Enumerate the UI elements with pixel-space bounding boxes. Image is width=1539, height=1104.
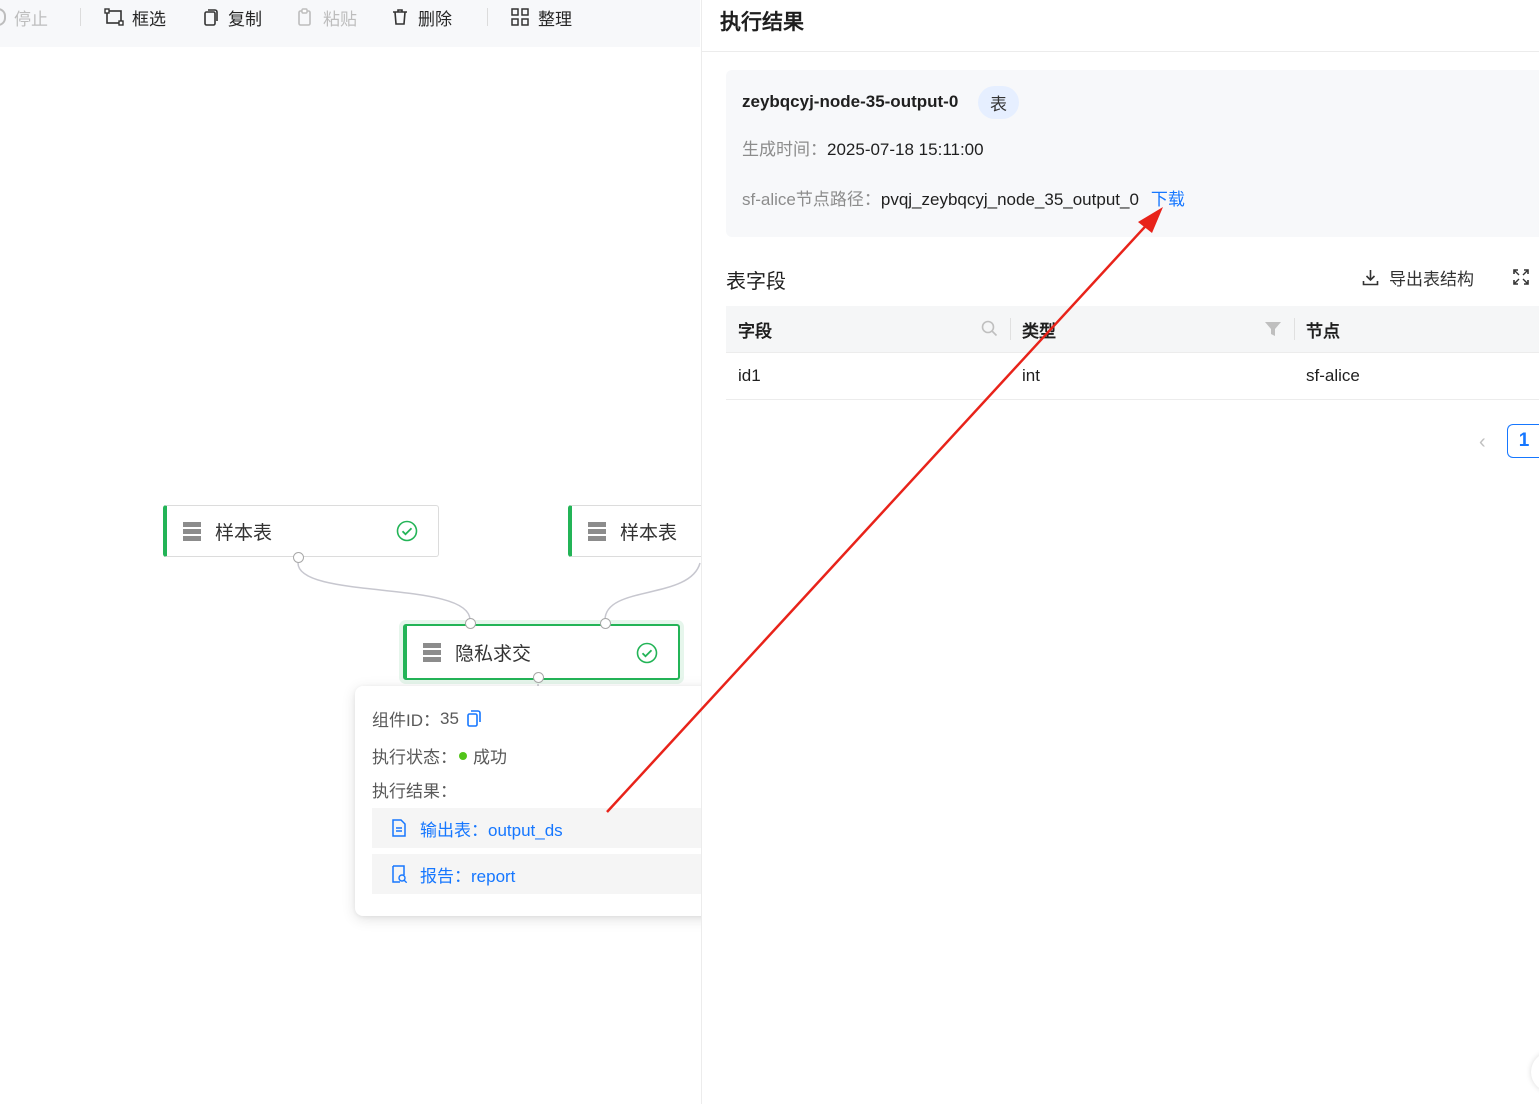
delete-label: 删除 [418, 9, 452, 29]
copy-icon[interactable] [467, 710, 482, 727]
dag-canvas[interactable] [0, 47, 700, 1104]
check-circle-icon [396, 520, 418, 542]
drawer-title: 执行结果 [720, 11, 804, 34]
copy-icon [204, 9, 218, 26]
time-label: 生成时间： [742, 140, 827, 159]
status-label: 执行状态： [372, 748, 457, 767]
filter-icon[interactable] [1265, 321, 1281, 337]
output-type-tag: 表 [978, 86, 1019, 119]
component-id-label: 组件ID： [372, 711, 440, 730]
copy-label: 复制 [228, 9, 262, 29]
search-icon[interactable] [981, 320, 998, 337]
file-icon [392, 819, 406, 837]
database-icon [183, 522, 201, 541]
fullscreen-icon[interactable] [1512, 268, 1530, 286]
fields-table: 字段 类型 节点 id1 int sf-alice [726, 306, 1539, 400]
delete-button[interactable]: 删除 [390, 0, 452, 34]
canvas-toolbar: 停止 框选 复制 粘贴 删除 整理 [0, 0, 700, 47]
output-name: zeybqcyj-node-35-output-0 [742, 92, 959, 111]
cell-field: id1 [738, 366, 761, 385]
select-button[interactable]: 框选 [104, 0, 166, 34]
cell-type: int [1022, 366, 1040, 385]
box-select-icon [104, 8, 124, 26]
pagination-page-1[interactable]: 1 [1507, 424, 1539, 458]
output-table-label: 输出表：output_ds [420, 820, 563, 840]
status-dot [459, 751, 467, 760]
fields-section-title: 表字段 [726, 271, 786, 293]
node-input-port[interactable] [465, 618, 476, 629]
column-header-node: 节点 [1306, 321, 1340, 341]
paste-button[interactable]: 粘贴 [295, 0, 357, 34]
toolbar-divider [80, 8, 81, 26]
toolbar-divider [487, 8, 488, 26]
floating-handle[interactable] [1531, 1052, 1539, 1092]
download-link[interactable]: 下载 [1151, 190, 1185, 209]
output-info-card: zeybqcyj-node-35-output-0 表 生成时间：2025-07… [726, 70, 1539, 237]
pagination-prev-icon[interactable]: ‹ [1479, 431, 1486, 454]
path-value: pvqj_zeybqcyj_node_35_output_0 [880, 190, 1139, 209]
node-output-port[interactable] [293, 552, 304, 563]
status-value: 成功 [473, 748, 507, 767]
export-schema-label: 导出表结构 [1389, 270, 1474, 289]
node-label: 样本表 [620, 522, 678, 544]
dag-node-sample-table-1[interactable]: 样本表 [163, 505, 439, 557]
table-header: 字段 类型 节点 [726, 306, 1539, 353]
table-row: id1 int sf-alice [726, 353, 1539, 400]
node-info-popover: 组件ID： 35 执行状态： 成功 执行结果： 输出表：output_ds 报告… [355, 686, 728, 916]
paste-icon [298, 8, 311, 26]
column-divider [1294, 318, 1295, 340]
stop-label: 停止 [14, 9, 48, 29]
result-drawer: 执行结果 zeybqcyj-node-35-output-0 表 生成时间：20… [701, 0, 1539, 1104]
stop-button[interactable]: 停止 [0, 0, 48, 34]
copy-button[interactable]: 复制 [200, 0, 262, 34]
export-schema-button[interactable]: 导出表结构 [1362, 265, 1474, 290]
result-row: 执行结果： [372, 777, 457, 802]
path-label: sf-alice节点路径： [742, 190, 881, 209]
grid-icon [511, 8, 529, 26]
cell-node: sf-alice [1306, 366, 1360, 385]
report-link[interactable]: 报告：report [372, 854, 710, 894]
arrange-button[interactable]: 整理 [510, 0, 572, 34]
component-id-value: 35 [440, 708, 459, 728]
select-label: 框选 [132, 9, 166, 29]
report-label: 报告：report [420, 866, 516, 886]
output-table-link[interactable]: 输出表：output_ds [372, 808, 710, 848]
drawer-divider [702, 51, 1539, 52]
node-output-port[interactable] [533, 672, 544, 683]
result-label: 执行结果： [372, 782, 457, 801]
check-circle-icon [636, 642, 658, 664]
generated-time-row: 生成时间：2025-07-18 15:11:00 [742, 135, 984, 160]
column-header-field: 字段 [738, 321, 772, 341]
stop-icon [0, 8, 6, 26]
download-icon [1362, 270, 1379, 286]
node-label: 隐私求交 [455, 643, 532, 665]
node-label: 样本表 [215, 522, 273, 544]
column-divider [1010, 318, 1011, 340]
column-header-type: 类型 [1022, 321, 1056, 341]
arrange-label: 整理 [538, 9, 572, 29]
component-id-row: 组件ID： 35 [372, 706, 482, 731]
report-icon [392, 865, 408, 883]
node-path-row: sf-alice节点路径：pvqj_zeybqcyj_node_35_outpu… [742, 185, 1185, 210]
dag-node-psi[interactable]: 隐私求交 [403, 624, 680, 680]
time-value: 2025-07-18 15:11:00 [827, 140, 984, 159]
paste-label: 粘贴 [323, 9, 357, 29]
trash-icon [393, 9, 407, 25]
node-input-port[interactable] [600, 618, 611, 629]
database-icon [588, 522, 606, 541]
database-icon [423, 643, 441, 662]
status-row: 执行状态： 成功 [372, 743, 507, 768]
